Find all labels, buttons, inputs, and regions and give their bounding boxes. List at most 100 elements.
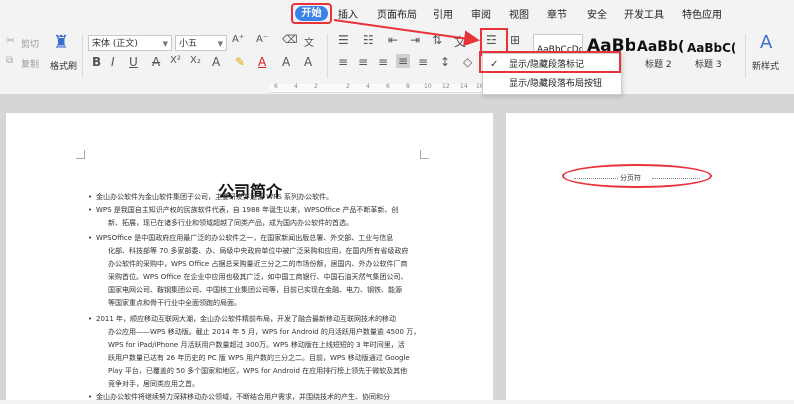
cut-icon[interactable]: ✂ bbox=[6, 34, 15, 47]
bullet-icon: • bbox=[88, 193, 93, 201]
bullet-icon: • bbox=[88, 234, 93, 242]
menu-tab-security[interactable]: 安全 bbox=[587, 6, 607, 21]
style-preview-heading-3: AaBbC( bbox=[687, 41, 735, 55]
paragraph-line[interactable]: 办公应用——WPS 移动版。截止 2014 年 5 月，WPS for Andr… bbox=[108, 326, 420, 339]
paragraph-line[interactable]: WPSOffice 是中国政府应用最广泛的办公软件之一，在国家新闻出版总署、外交… bbox=[96, 232, 393, 245]
ruler-number: 12 bbox=[442, 83, 450, 90]
paragraph-line[interactable]: WPS for iPad/iPhone 月活跃用户数量超过 300万。WPS 移… bbox=[108, 339, 405, 352]
chevron-down-icon: ▼ bbox=[217, 40, 223, 48]
ruler-number: 8 bbox=[406, 83, 410, 90]
copy-icon[interactable]: ⧉ bbox=[6, 55, 13, 66]
paragraph-line[interactable]: 2011 年，顺应移动互联网大潮，金山办公软件精前布局，开发了融合最新移动互联网… bbox=[96, 313, 396, 326]
page-corner-mark bbox=[76, 150, 85, 159]
paragraph-line[interactable]: 等国家重点和骨干行业中全面领跑的局面。 bbox=[108, 297, 241, 310]
paragraph-line[interactable]: 新、拓展，现已在诸多行业和领域超越了同类产品，成为国内办公软件的首选。 bbox=[108, 217, 353, 230]
menu-tab-insert[interactable]: 插入 bbox=[338, 6, 358, 21]
ruler-number: 2 bbox=[314, 83, 318, 90]
ruler[interactable]: 6 4 2 2 4 6 8 10 12 14 16 18 20 bbox=[0, 83, 794, 94]
toolbar-divider bbox=[745, 34, 746, 78]
char-shading-icon[interactable]: A bbox=[304, 55, 312, 69]
ruler-number: 2 bbox=[346, 83, 350, 90]
underline-icon[interactable]: U bbox=[129, 55, 138, 69]
paragraph-line[interactable]: 办公软件的采购中，WPS Office 占据总采购量近三分之二的市场份额，居国内… bbox=[108, 258, 407, 271]
char-border-icon[interactable]: A bbox=[282, 55, 290, 69]
paragraph-line[interactable]: Play 平台，已覆盖的 50 多个国家和地区，WPS for Android … bbox=[108, 365, 407, 378]
style-caption-heading-3: 标题 3 bbox=[695, 60, 722, 70]
decrease-indent-icon[interactable]: ⇤ bbox=[388, 33, 398, 47]
menu-start-highlight: 开始 bbox=[291, 3, 332, 24]
paragraph-line[interactable]: 采购首位。WPS Office 在企业中应用也极其广泛，如中国工商银行、中国石油… bbox=[108, 271, 407, 284]
document-page-2[interactable] bbox=[506, 113, 794, 400]
new-style-button[interactable]: 新样式 bbox=[752, 59, 779, 72]
menu-tab-references[interactable]: 引用 bbox=[433, 6, 453, 21]
menu-tab-view[interactable]: 视图 bbox=[509, 6, 529, 21]
subscript-icon[interactable]: X₂ bbox=[190, 55, 201, 66]
menu-tab-start[interactable]: 开始 bbox=[295, 6, 328, 21]
sort-icon[interactable]: ⇅ bbox=[432, 33, 442, 47]
font-size-value: 小五 bbox=[179, 39, 198, 49]
strikethrough-icon[interactable]: A bbox=[152, 55, 160, 69]
ruler-number: 4 bbox=[366, 83, 370, 90]
style-caption-heading-2: 标题 2 bbox=[645, 60, 672, 70]
chevron-down-icon: ▼ bbox=[162, 40, 168, 48]
dropdown-highlight bbox=[479, 51, 621, 73]
menu-tab-chapter[interactable]: 章节 bbox=[547, 6, 567, 21]
paragraph-line[interactable]: 国家电网公司、鞍钢集团公司、中国核工业集团公司等，目前已实现在金融、电力、钢铁、… bbox=[108, 284, 402, 297]
font-size-select[interactable]: 小五 ▼ bbox=[175, 35, 227, 51]
align-right-icon[interactable]: ≡ bbox=[378, 55, 388, 69]
font-color-icon[interactable]: A bbox=[258, 55, 266, 69]
italic-icon[interactable]: I bbox=[111, 55, 115, 69]
menu-tab-special[interactable]: 特色应用 bbox=[682, 6, 722, 21]
bullet-icon: • bbox=[88, 315, 93, 323]
cut-button[interactable]: 剪切 bbox=[21, 37, 39, 50]
chinese-layout-icon[interactable]: 文 bbox=[454, 33, 466, 50]
superscript-icon[interactable]: X² bbox=[170, 55, 181, 66]
page-corner-mark bbox=[420, 150, 429, 159]
new-style-icon[interactable]: A bbox=[760, 32, 772, 53]
distributed-icon[interactable]: ≡ bbox=[418, 55, 428, 69]
style-preview-heading-2: AaBb( bbox=[637, 39, 685, 55]
grow-font-icon[interactable]: A⁺ bbox=[232, 34, 244, 45]
shading-icon[interactable]: ◇ bbox=[463, 55, 472, 69]
menu-bar: 开始 插入 页面布局 引用 审阅 视图 章节 安全 开发工具 特色应用 bbox=[0, 0, 794, 28]
numbering-icon[interactable]: ☷ bbox=[363, 33, 374, 47]
increase-indent-icon[interactable]: ⇥ bbox=[410, 33, 420, 47]
paragraph-mark-icon[interactable]: ☲ bbox=[486, 33, 497, 47]
page-break-highlight bbox=[562, 164, 712, 188]
table-border-icon[interactable]: ⊞ bbox=[510, 33, 520, 47]
paragraph-line[interactable]: 竞争对手，居同类应用之首。 bbox=[108, 378, 199, 391]
align-left-icon[interactable]: ≡ bbox=[338, 55, 348, 69]
copy-button[interactable]: 复制 bbox=[21, 57, 39, 70]
menu-item-label: 显示/隐藏段落布局按钮 bbox=[509, 79, 603, 89]
text-effect-icon[interactable]: A bbox=[212, 55, 220, 69]
bullet-icon: • bbox=[88, 206, 93, 214]
line-spacing-icon[interactable]: ↕ bbox=[440, 55, 450, 69]
paragraph-line[interactable]: 跃用户数量已达有 26 年历史的 PC 版 WPS 用户数的三分之二。目前，WP… bbox=[108, 352, 410, 365]
menu-tab-review[interactable]: 审阅 bbox=[471, 6, 491, 21]
clear-format-icon[interactable]: ⌫ bbox=[282, 33, 298, 46]
ruler-number: 10 bbox=[424, 83, 432, 90]
paragraph-line[interactable]: 化部、科技部等 70 多家部委、办、局级中央政府单位中被广泛采购和应用，在国内所… bbox=[108, 245, 408, 258]
toolbar-divider bbox=[82, 34, 83, 78]
toolbar-divider bbox=[327, 34, 328, 78]
paragraph-line[interactable]: WPS 是我国自主知识产权的民族软件代表，自 1988 年诞生以来，WPSOff… bbox=[96, 204, 398, 217]
format-painter-button[interactable]: 格式刷 bbox=[50, 59, 77, 72]
font-name-select[interactable]: 宋体 (正文) ▼ bbox=[88, 35, 172, 51]
justify-icon[interactable]: ≡ bbox=[396, 54, 411, 68]
font-name-value: 宋体 (正文) bbox=[92, 39, 138, 49]
menu-tab-developer[interactable]: 开发工具 bbox=[624, 6, 664, 21]
bold-icon[interactable]: B bbox=[92, 55, 101, 69]
paragraph-line[interactable]: 金山办公软件将继续努力深耕移动办公领域，不断结合用户需求，并围绕技术的产生、协同… bbox=[96, 391, 390, 404]
menu-tab-page-layout[interactable]: 页面布局 bbox=[377, 6, 417, 21]
format-painter-icon[interactable]: ♜ bbox=[53, 32, 69, 53]
paragraph-line[interactable]: 金山办公软件为金山软件集团子公司，主要研发并运营 WPS 系列办公软件。 bbox=[96, 191, 333, 204]
align-center-icon[interactable]: ≡ bbox=[358, 55, 368, 69]
ruler-number: 4 bbox=[294, 83, 298, 90]
highlight-icon[interactable]: ✎ bbox=[235, 55, 245, 69]
ruler-number: 6 bbox=[274, 83, 278, 90]
shrink-font-icon[interactable]: A⁻ bbox=[256, 34, 268, 45]
menu-item-toggle-layout-buttons[interactable]: 显示/隐藏段落布局按钮 bbox=[483, 75, 621, 93]
ruler-number: 6 bbox=[386, 83, 390, 90]
bullets-icon[interactable]: ☰ bbox=[338, 33, 349, 47]
phonetic-icon[interactable]: 文 bbox=[304, 34, 314, 49]
